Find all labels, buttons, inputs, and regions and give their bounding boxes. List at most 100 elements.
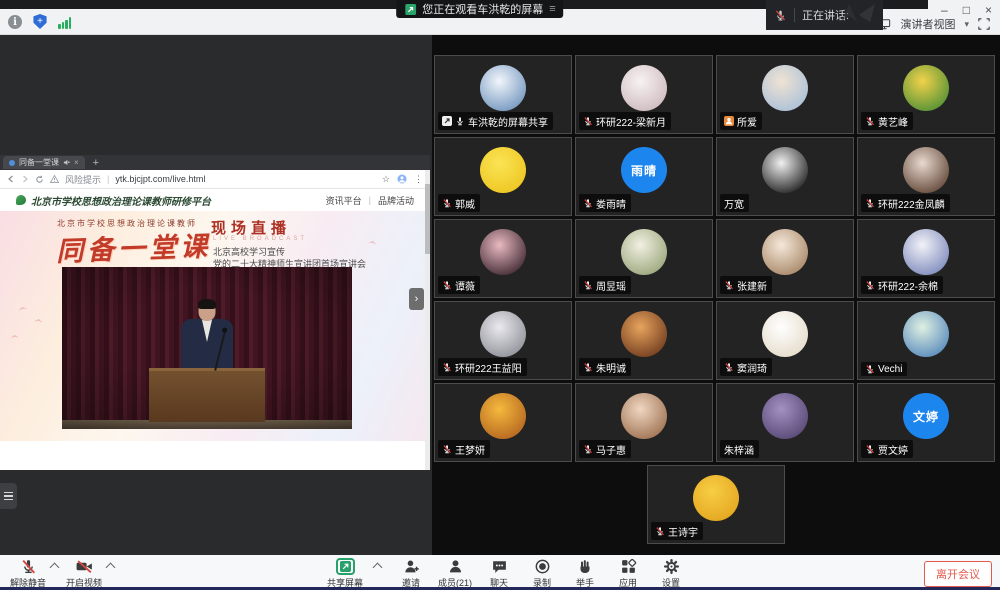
participant-name: Vechi xyxy=(878,364,902,375)
participant-tile[interactable]: 黄艺峰 xyxy=(857,55,995,134)
participant-tile[interactable]: 环研222-余棉 xyxy=(857,219,995,298)
info-icon[interactable]: i xyxy=(8,15,22,29)
participant-tile[interactable]: Vechi xyxy=(857,301,995,380)
participant-label: Vechi xyxy=(861,362,907,376)
participant-name: 王诗宇 xyxy=(668,524,698,539)
back-icon[interactable] xyxy=(7,175,15,183)
participant-tile[interactable]: 朱明诚 xyxy=(575,301,713,380)
avatar xyxy=(903,311,949,357)
side-panel-toggle[interactable] xyxy=(0,483,17,509)
participant-tile[interactable]: 万宽 xyxy=(716,137,854,216)
participant-tile[interactable]: 车洪乾的屏幕共享 xyxy=(434,55,572,134)
nav-link[interactable]: 资讯平台 xyxy=(326,194,362,207)
participant-tile[interactable]: 马子惠 xyxy=(575,383,713,462)
avatar xyxy=(621,311,667,357)
participant-tile[interactable]: 王梦妍 xyxy=(434,383,572,462)
grid-row: 谭薇 周昱瑶 张建新 环研222-余棉 xyxy=(434,219,1000,298)
participant-tile[interactable]: 周昱瑶 xyxy=(575,219,713,298)
mic-muted-icon xyxy=(865,198,875,208)
participant-tile[interactable]: 文婷 贾文婷 xyxy=(857,383,995,462)
chevron-down-icon[interactable]: ▾ xyxy=(964,19,969,30)
raise-hand-button[interactable]: 举手 xyxy=(569,558,601,589)
mic-muted-icon xyxy=(724,362,734,372)
maximize-button[interactable]: □ xyxy=(963,3,970,17)
participant-name: 万宽 xyxy=(724,196,744,211)
record-button[interactable]: 录制 xyxy=(526,558,558,589)
avatar xyxy=(762,393,808,439)
participant-tile[interactable]: 环研222-梁新月 xyxy=(575,55,713,134)
risk-label[interactable]: 风险提示 xyxy=(65,173,101,186)
participant-tile[interactable]: 环研222金凤麟 xyxy=(857,137,995,216)
view-mode-selector[interactable]: 演讲者视图 xyxy=(900,16,955,32)
leave-meeting-button[interactable]: 离开会议 xyxy=(924,561,992,587)
tab-close-icon[interactable]: × xyxy=(74,158,79,167)
avatar xyxy=(480,393,526,439)
avatar xyxy=(762,65,808,111)
members-button[interactable]: 成员(21) xyxy=(438,558,472,589)
participant-tile[interactable]: 所爱 xyxy=(716,55,854,134)
scrollbar-thumb[interactable] xyxy=(425,184,430,254)
web-page: 北京市学校思想政治理论课教师研修平台 资讯平台 | 品牌活动 北京市学校思想政治… xyxy=(0,189,430,470)
tab-favicon xyxy=(9,160,15,166)
tab-audio-muted-icon xyxy=(63,159,70,166)
profile-icon[interactable] xyxy=(397,174,407,184)
main-area: 同备一堂课 × + 风险提示 | ytk.bjcjpt.com/live.htm… xyxy=(0,35,1000,555)
chat-button[interactable]: 聊天 xyxy=(483,558,515,589)
live-video-player[interactable] xyxy=(62,267,352,429)
settings-gear-icon xyxy=(663,558,680,575)
participant-label: 环研222金凤麟 xyxy=(861,194,950,212)
meeting-toolbar: 解除静音 开启视频 共享屏幕 邀请 成员(21) 聊天 录制 xyxy=(0,555,1000,590)
participant-tile[interactable]: 环研222王益阳 xyxy=(434,301,572,380)
bookmark-star-icon[interactable]: ☆ xyxy=(382,174,390,185)
nav-link[interactable]: 品牌活动 xyxy=(378,194,414,207)
participant-label: 环研222王益阳 xyxy=(438,358,527,376)
share-screen-button[interactable]: 共享屏幕 xyxy=(327,558,363,589)
fullscreen-icon[interactable] xyxy=(978,18,990,30)
participant-name: 朱明诚 xyxy=(596,360,626,375)
forward-icon[interactable] xyxy=(21,175,29,183)
banner-menu-icon[interactable]: ≡ xyxy=(549,3,554,15)
video-options-chevron[interactable] xyxy=(106,563,116,573)
participant-label: 朱明诚 xyxy=(579,358,631,376)
avatar xyxy=(903,229,949,275)
address-bar[interactable]: ytk.bjcjpt.com/live.html xyxy=(115,174,376,184)
security-shield-icon[interactable]: + xyxy=(33,14,47,29)
new-tab-button[interactable]: + xyxy=(93,158,99,168)
start-video-button[interactable]: 开启视频 xyxy=(66,558,102,589)
reload-icon[interactable] xyxy=(35,175,44,184)
site-brand[interactable]: 北京市学校思想政治理论课教师研修平台 xyxy=(16,193,211,208)
record-label: 录制 xyxy=(533,576,551,589)
close-button[interactable]: × xyxy=(985,3,992,17)
mic-muted-icon xyxy=(865,280,875,290)
browser-toolbar: 风险提示 | ytk.bjcjpt.com/live.html ☆ ⋮ xyxy=(0,170,430,189)
participant-tile[interactable]: 张建新 xyxy=(716,219,854,298)
mic-options-chevron[interactable] xyxy=(50,563,60,573)
members-label: 成员(21) xyxy=(438,576,472,589)
participant-label: 所爱 xyxy=(720,112,762,130)
participant-label: 郭威 xyxy=(438,194,480,212)
browser-tab[interactable]: 同备一堂课 × xyxy=(3,156,85,169)
avatar xyxy=(693,475,739,521)
grid-row: 王诗宇 xyxy=(432,465,1000,544)
minimize-button[interactable]: – xyxy=(941,3,948,17)
participant-tile[interactable]: 朱梓涵 xyxy=(716,383,854,462)
invite-button[interactable]: 邀请 xyxy=(395,558,427,589)
participant-tile[interactable]: 王诗宇 xyxy=(647,465,785,544)
unmute-button[interactable]: 解除静音 xyxy=(10,558,46,589)
share-options-chevron[interactable] xyxy=(373,563,383,573)
share-screen-icon xyxy=(336,558,355,575)
network-signal-icon[interactable] xyxy=(58,17,71,29)
share-screen-label: 共享屏幕 xyxy=(327,576,363,589)
browser-menu-icon[interactable]: ⋮ xyxy=(414,174,423,185)
browser-scrollbar[interactable] xyxy=(425,170,430,470)
live-broadcast-subtitle: LIVE BROADCAST xyxy=(213,236,307,242)
participant-tile[interactable]: 窦润琦 xyxy=(716,301,854,380)
mic-on-icon xyxy=(455,116,465,126)
settings-button[interactable]: 设置 xyxy=(655,558,687,589)
watching-screen-banner[interactable]: 您正在观看车洪乾的屏幕 ≡ xyxy=(396,0,563,18)
apps-button[interactable]: 应用 xyxy=(612,558,644,589)
participant-tile[interactable]: 谭薇 xyxy=(434,219,572,298)
carousel-next-button[interactable]: › xyxy=(409,288,424,310)
participant-tile[interactable]: 郭威 xyxy=(434,137,572,216)
participant-tile[interactable]: 雨晴 娄雨晴 xyxy=(575,137,713,216)
